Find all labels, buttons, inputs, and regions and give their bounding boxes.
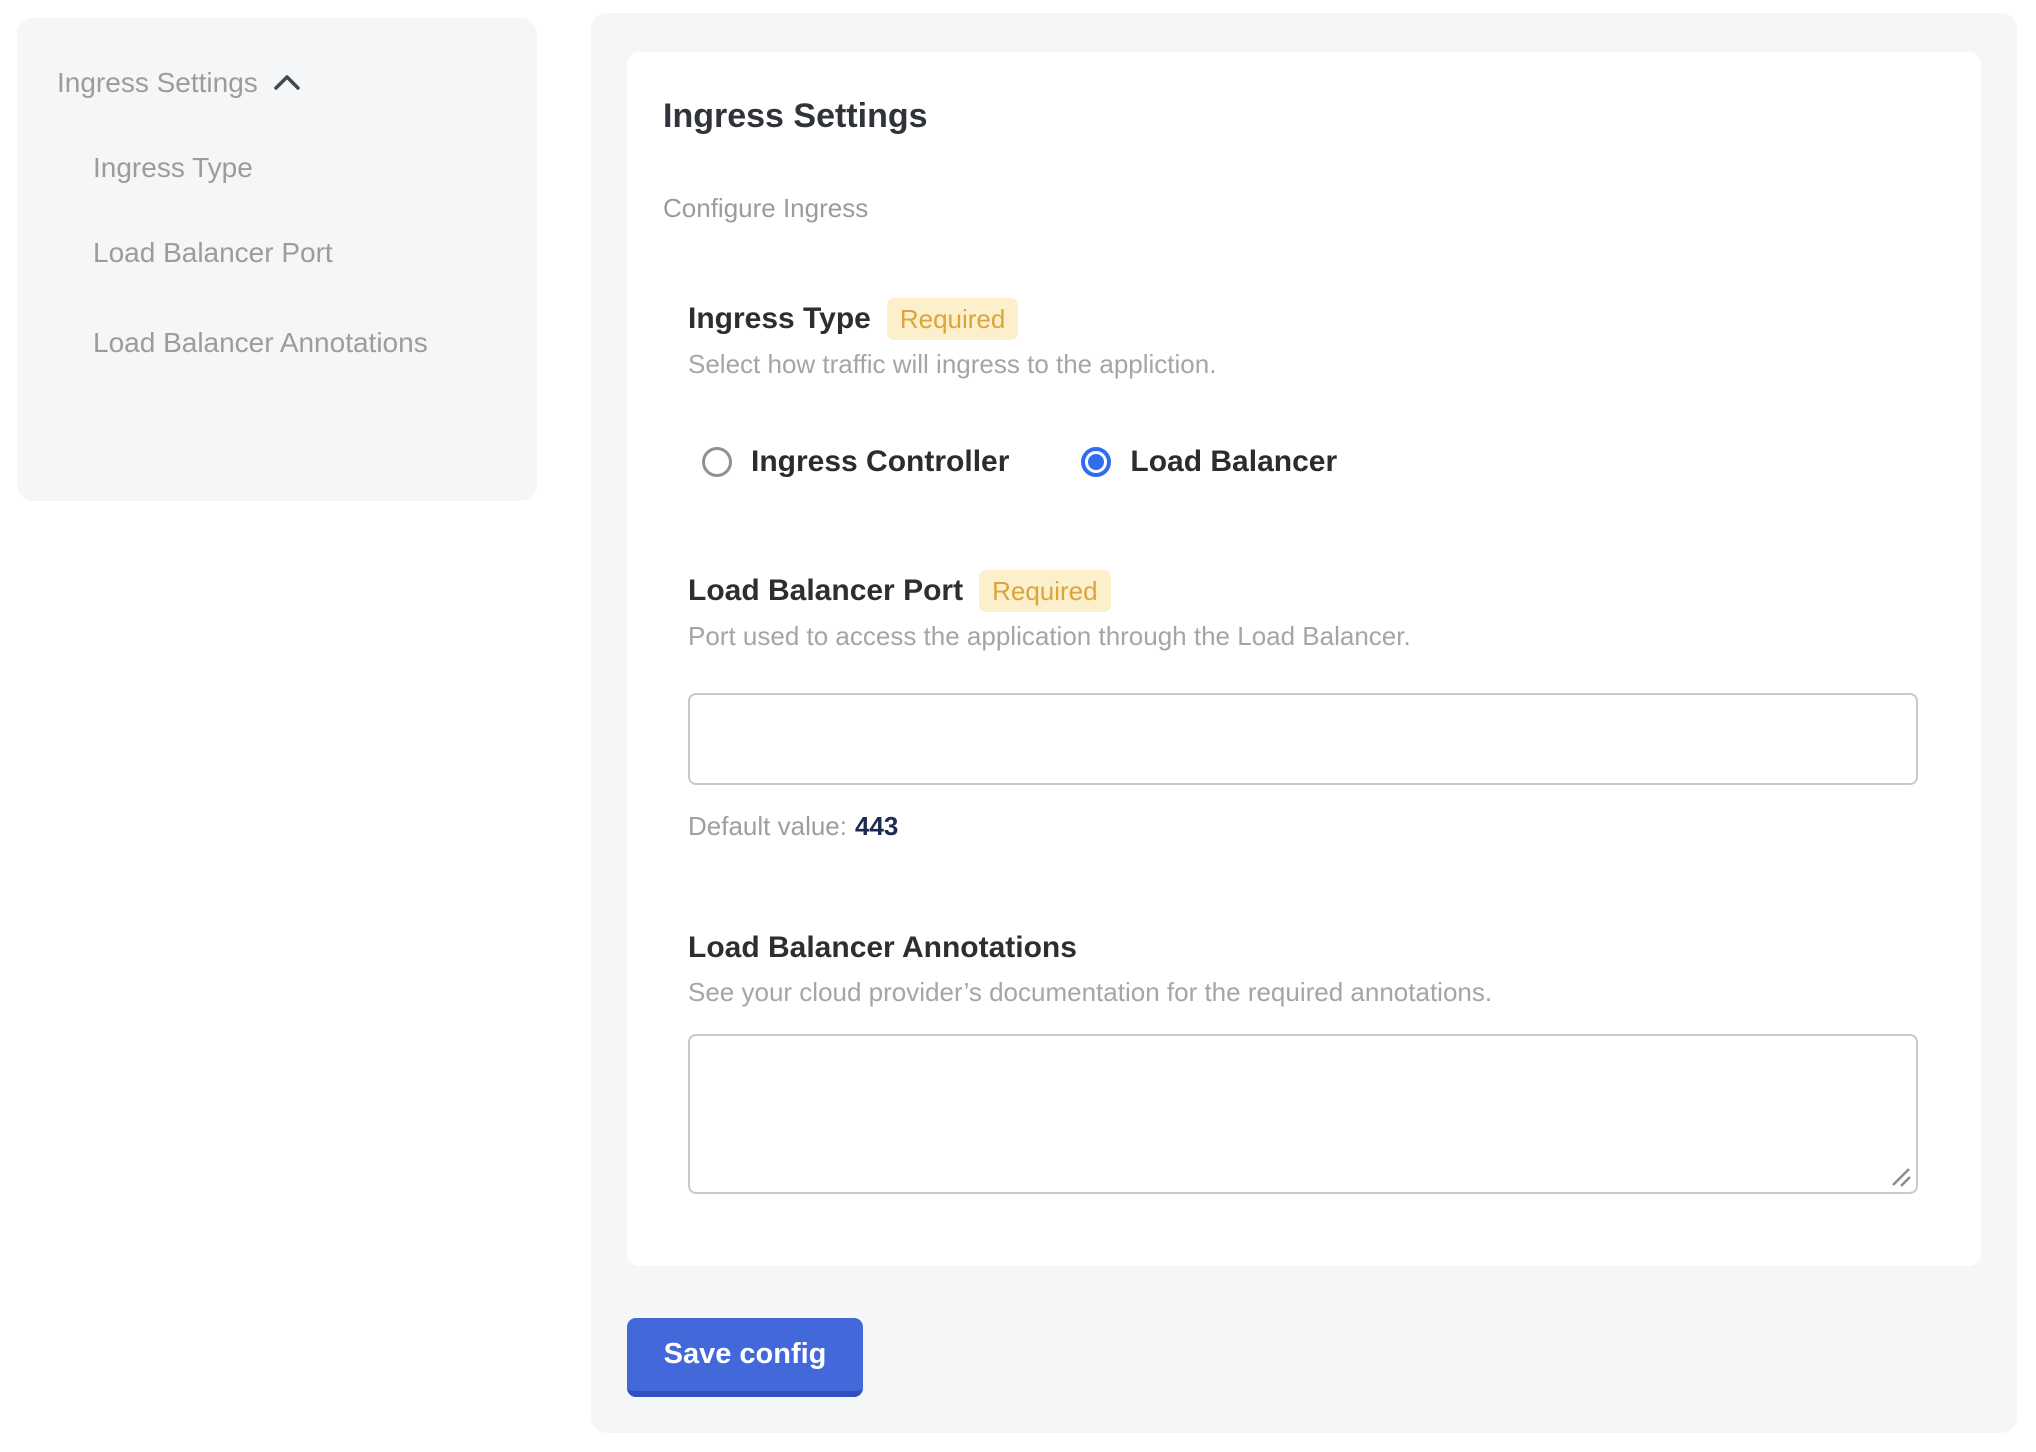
ingress-type-label: Ingress Type xyxy=(688,299,871,339)
default-value-label: Default value: xyxy=(688,811,847,841)
sidebar-item-ingress-type[interactable]: Ingress Type xyxy=(93,149,473,187)
radio-label[interactable]: Ingress Controller xyxy=(751,442,1009,482)
radio-option-ingress-controller[interactable]: Ingress Controller xyxy=(702,442,1009,482)
required-badge: Required xyxy=(887,298,1019,340)
load-balancer-annotations-textarea[interactable] xyxy=(688,1034,1918,1194)
ingress-settings-card: Ingress Settings Configure Ingress Ingre… xyxy=(627,52,1981,1266)
lb-annotations-description: See your cloud provider’s documentation … xyxy=(688,974,1945,1010)
sidebar-group-label: Ingress Settings xyxy=(57,64,258,102)
chevron-up-icon xyxy=(272,73,302,93)
section-ingress-type: Ingress Type Required Select how traffic… xyxy=(688,298,1945,482)
section-load-balancer-annotations: Load Balancer Annotations See your cloud… xyxy=(688,928,1945,1194)
sidebar-item-load-balancer-port[interactable]: Load Balancer Port xyxy=(93,234,473,272)
sidebar-group-ingress-settings[interactable]: Ingress Settings xyxy=(57,64,537,102)
ingress-type-description: Select how traffic will ingress to the a… xyxy=(688,346,1945,382)
radio-icon[interactable] xyxy=(702,447,732,477)
radio-icon[interactable] xyxy=(1081,447,1111,477)
default-value-row: Default value: 443 xyxy=(688,808,1945,844)
default-value: 443 xyxy=(855,811,898,841)
save-config-button[interactable]: Save config xyxy=(627,1318,863,1397)
main-settings-panel: Ingress Settings Configure Ingress Ingre… xyxy=(591,13,2017,1433)
settings-nav-sidebar: Ingress Settings Ingress Type Load Balan… xyxy=(17,18,537,501)
ingress-type-radio-group: Ingress Controller Load Balancer xyxy=(688,442,1945,482)
section-load-balancer-port: Load Balancer Port Required Port used to… xyxy=(688,570,1945,844)
page-subtitle: Configure Ingress xyxy=(663,190,1945,226)
lb-annotations-label: Load Balancer Annotations xyxy=(688,928,1077,968)
radio-label[interactable]: Load Balancer xyxy=(1130,442,1337,482)
load-balancer-port-input[interactable] xyxy=(688,693,1918,785)
lb-port-label: Load Balancer Port xyxy=(688,571,963,611)
radio-option-load-balancer[interactable]: Load Balancer xyxy=(1081,442,1337,482)
textarea-resize-handle-icon[interactable] xyxy=(1891,1167,1913,1189)
required-badge: Required xyxy=(979,570,1111,612)
page-title: Ingress Settings xyxy=(663,96,1945,136)
lb-port-description: Port used to access the application thro… xyxy=(688,618,1945,654)
sidebar-item-load-balancer-annotations[interactable]: Load Balancer Annotations xyxy=(93,313,473,373)
